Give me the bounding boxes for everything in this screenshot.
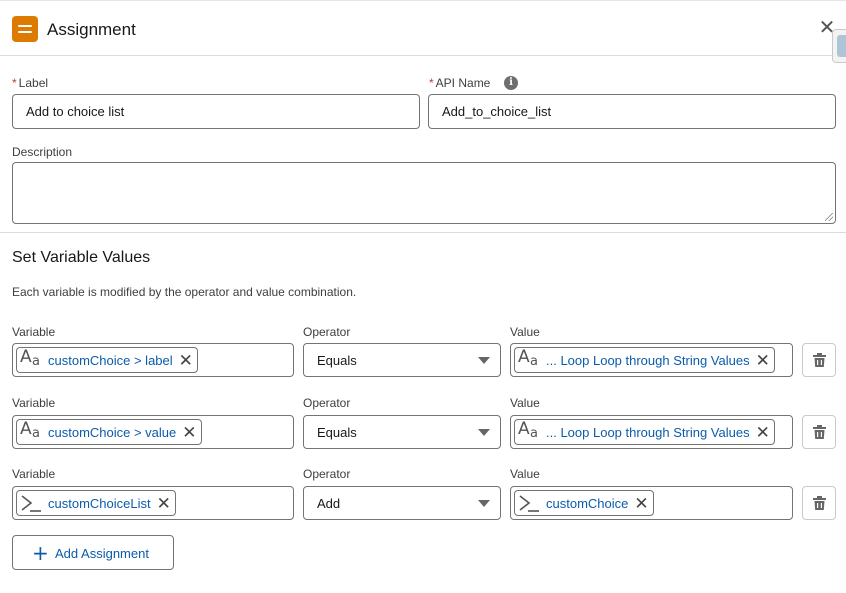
value-pill-text: ... Loop Loop through String Values [546,424,750,440]
variable-pill-text: customChoice > value [48,424,177,440]
value-pill: Aa ... Loop Loop through String Values ✕ [514,419,775,445]
panel-header: Assignment ✕ [0,3,846,56]
value-column-label: Value [510,325,540,339]
operator-select[interactable]: Equals [303,415,501,449]
section-divider [0,232,846,233]
required-marker: * [429,76,434,90]
label-field-label-text: Label [18,76,49,90]
remove-icon[interactable]: ✕ [756,424,770,441]
operator-value: Equals [317,353,357,368]
text-icon: Aa [20,419,40,441]
chevron-down-icon [478,500,490,507]
operator-value: Equals [317,425,357,440]
description-field-label: Description [12,145,73,159]
prompt-icon [519,495,539,512]
variable-combobox[interactable]: customChoiceList ✕ [12,486,294,520]
value-column-label: Value [510,396,540,410]
variable-column-label: Variable [12,467,56,481]
variable-combobox[interactable]: Aa customChoice > value ✕ [12,415,294,449]
text-icon: Aa [20,347,40,369]
operator-column-label: Operator [303,396,351,410]
api-name-input[interactable]: Add_to_choice_list [428,94,836,129]
assignment-icon [12,16,38,42]
required-marker: * [12,76,17,90]
value-pill: customChoice ✕ [514,490,654,516]
side-panel-tab[interactable] [832,29,846,63]
panel-title: Assignment [47,20,136,39]
operator-select[interactable]: Equals [303,343,501,377]
value-column-label: Value [510,467,540,481]
info-icon[interactable]: i [504,76,518,90]
trash-icon [813,496,826,510]
add-assignment-button[interactable]: + Add Assignment [12,535,174,570]
remove-icon[interactable]: ✕ [756,352,770,369]
variable-pill: Aa customChoice > label ✕ [16,347,198,373]
operator-column-label: Operator [303,467,351,481]
add-assignment-label: Add Assignment [55,546,149,561]
variable-column-label: Variable [12,396,56,410]
chevron-down-icon [478,429,490,436]
variable-pill: customChoiceList ✕ [16,490,176,516]
text-icon: Aa [518,347,538,369]
operator-select[interactable]: Add [303,486,501,520]
resize-grip-icon[interactable] [825,213,833,221]
variable-pill-text: customChoice > label [48,352,173,368]
value-pill-text: customChoice [546,495,629,511]
text-icon: Aa [518,419,538,441]
trash-icon [813,425,826,439]
api-name-field-label: * API Name [429,76,490,90]
operator-column-label: Operator [303,325,351,339]
remove-icon[interactable]: ✕ [634,495,648,512]
variable-column-label: Variable [12,325,56,339]
description-textarea[interactable] [12,162,836,224]
value-combobox[interactable]: Aa ... Loop Loop through String Values ✕ [510,415,793,449]
variable-pill: Aa customChoice > value ✕ [16,419,202,445]
delete-row-button[interactable] [802,486,836,520]
value-pill-text: ... Loop Loop through String Values [546,352,750,368]
chevron-down-icon [478,357,490,364]
operator-value: Add [317,496,341,511]
label-field-label: * Label [12,76,48,90]
trash-icon [813,353,826,367]
label-input[interactable]: Add to choice list [12,94,420,129]
section-description: Each variable is modified by the operato… [12,285,357,299]
value-combobox[interactable]: customChoice ✕ [510,486,793,520]
value-pill: Aa ... Loop Loop through String Values ✕ [514,347,775,373]
variable-combobox[interactable]: Aa customChoice > label ✕ [12,343,294,377]
variable-pill-text: customChoiceList [48,495,151,511]
remove-icon[interactable]: ✕ [182,424,196,441]
remove-icon[interactable]: ✕ [157,495,171,512]
api-name-field-label-text: API Name [435,76,491,90]
remove-icon[interactable]: ✕ [179,352,193,369]
delete-row-button[interactable] [802,343,836,377]
prompt-icon [21,495,41,512]
plus-icon: + [32,541,49,565]
section-title: Set Variable Values [12,249,151,266]
delete-row-button[interactable] [802,415,836,449]
value-combobox[interactable]: Aa ... Loop Loop through String Values ✕ [510,343,793,377]
